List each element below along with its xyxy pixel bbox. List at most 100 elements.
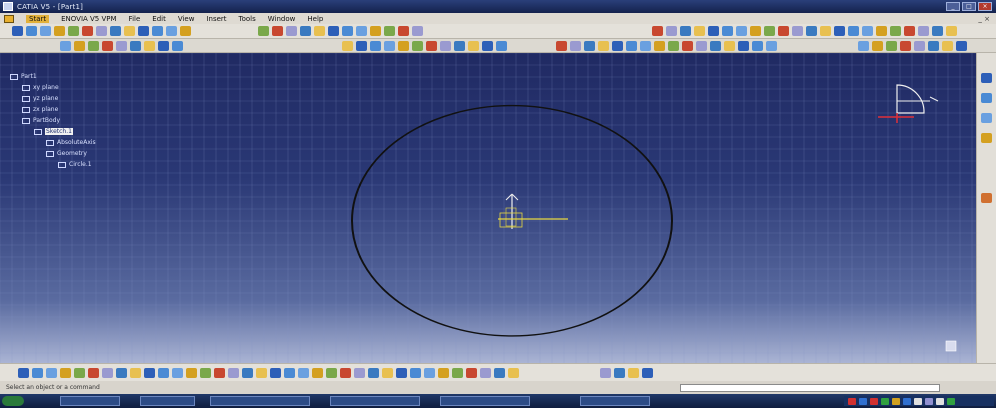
dimension-icon[interactable] — [452, 368, 463, 378]
tray-icon[interactable] — [870, 397, 878, 405]
project-icon[interactable] — [494, 368, 505, 378]
spec-tree-node[interactable]: PartBody — [22, 117, 60, 124]
zoom-out-icon[interactable] — [426, 41, 437, 51]
circle-icon[interactable] — [900, 41, 911, 51]
fit-all-icon[interactable] — [300, 26, 311, 36]
quick-trim-icon[interactable] — [354, 368, 365, 378]
construction-icon[interactable] — [424, 368, 435, 378]
snap-icon[interactable] — [410, 368, 421, 378]
spec-tree-node[interactable]: yz plane — [22, 95, 58, 102]
redo-icon[interactable] — [144, 41, 155, 51]
close-button[interactable]: × — [978, 2, 992, 11]
fly-icon[interactable] — [172, 41, 183, 51]
grid-icon[interactable] — [214, 368, 225, 378]
copy-icon[interactable] — [82, 26, 93, 36]
analysis-icon[interactable] — [186, 368, 197, 378]
tray-icon[interactable] — [848, 397, 856, 405]
spec-tree-node[interactable]: Sketch.1 — [34, 128, 73, 135]
tray-icon[interactable] — [903, 397, 911, 405]
sketcher-icon[interactable] — [932, 26, 943, 36]
circle-icon[interactable] — [682, 41, 693, 51]
arc-icon[interactable] — [886, 41, 897, 51]
swap-icon[interactable] — [848, 26, 859, 36]
arc-icon[interactable] — [890, 26, 901, 36]
grid-icon[interactable] — [32, 368, 43, 378]
document-icon[interactable] — [4, 14, 14, 23]
mirror-icon[interactable] — [614, 368, 625, 378]
render-icon[interactable] — [820, 26, 831, 36]
render-icon[interactable] — [314, 26, 325, 36]
sketcher-icon[interactable] — [928, 41, 939, 51]
project-icon[interactable] — [628, 368, 639, 378]
help-icon[interactable] — [138, 26, 149, 36]
tray-icon[interactable] — [925, 397, 933, 405]
constraint-icon[interactable] — [256, 368, 267, 378]
workbench-icon[interactable] — [942, 41, 953, 51]
help-icon[interactable] — [356, 41, 367, 51]
menu-edit[interactable]: Edit — [152, 15, 166, 23]
help-icon[interactable] — [708, 26, 719, 36]
zoom-in-icon[interactable] — [764, 26, 775, 36]
mirror-icon[interactable] — [116, 368, 127, 378]
hide-show-icon[interactable] — [834, 26, 845, 36]
view-cube-icon[interactable] — [945, 340, 957, 352]
hide-show-icon[interactable] — [328, 26, 339, 36]
paste-icon[interactable] — [666, 26, 677, 36]
maximize-button[interactable]: □ — [962, 2, 976, 11]
chamfer-icon[interactable] — [508, 368, 519, 378]
arc-icon[interactable] — [384, 26, 395, 36]
taskbar-item[interactable] — [140, 396, 195, 406]
fly-icon[interactable] — [152, 26, 163, 36]
circle-icon[interactable] — [398, 26, 409, 36]
profile-icon[interactable] — [862, 26, 873, 36]
menu-tools[interactable]: Tools — [239, 15, 256, 23]
menu-start[interactable]: Start — [26, 14, 50, 23]
normal-view-icon[interactable] — [440, 41, 451, 51]
tray-icon[interactable] — [881, 397, 889, 405]
hide-show-icon[interactable] — [482, 41, 493, 51]
swap-icon[interactable] — [496, 41, 507, 51]
snap-icon[interactable] — [228, 368, 239, 378]
fit-all-icon[interactable] — [584, 41, 595, 51]
paste-icon[interactable] — [116, 41, 127, 51]
exit-workbench-icon[interactable] — [200, 368, 211, 378]
exit-workbench-icon[interactable] — [382, 368, 393, 378]
line-icon[interactable] — [654, 41, 665, 51]
trim-icon[interactable] — [102, 368, 113, 378]
sketch-origin-axis[interactable] — [498, 193, 568, 229]
menu-help[interactable]: Help — [307, 15, 323, 23]
sketch-viewport[interactable]: Part1 xy plane yz plane zx plane PartBody Ske… — [0, 53, 976, 363]
quick-trim-icon[interactable] — [172, 368, 183, 378]
tray-icon[interactable] — [859, 397, 867, 405]
document-window-controls[interactable]: _ × — [978, 15, 990, 23]
normal-view-icon[interactable] — [570, 41, 581, 51]
cut-icon[interactable] — [981, 93, 992, 103]
profile-icon[interactable] — [356, 26, 367, 36]
pan-icon[interactable] — [166, 26, 177, 36]
zoom-out-icon[interactable] — [778, 26, 789, 36]
menu-enovia[interactable]: ENOVIA V5 VPM — [61, 15, 116, 23]
construction-icon[interactable] — [242, 368, 253, 378]
project-icon[interactable] — [312, 368, 323, 378]
pan-icon[interactable] — [736, 26, 747, 36]
mirror-icon[interactable] — [298, 368, 309, 378]
menu-insert[interactable]: Insert — [206, 15, 226, 23]
dimension-icon[interactable] — [270, 368, 281, 378]
zoom-in-icon[interactable] — [412, 41, 423, 51]
save-icon[interactable] — [956, 41, 967, 51]
undo-icon[interactable] — [110, 26, 121, 36]
pan-icon[interactable] — [384, 41, 395, 51]
spec-tree-node[interactable]: AbsoluteAxis — [46, 139, 96, 146]
normal-view-icon[interactable] — [286, 26, 297, 36]
taskbar-item[interactable] — [330, 396, 420, 406]
spec-tree-node[interactable]: zx plane — [22, 106, 58, 113]
zoom-out-icon[interactable] — [272, 26, 283, 36]
spline-icon[interactable] — [412, 26, 423, 36]
snap-icon[interactable] — [46, 368, 57, 378]
spline-icon[interactable] — [914, 41, 925, 51]
taskbar-item[interactable] — [580, 396, 650, 406]
print-icon[interactable] — [752, 41, 763, 51]
dimension-icon[interactable] — [88, 368, 99, 378]
taskbar-item[interactable] — [210, 396, 310, 406]
line-icon[interactable] — [370, 26, 381, 36]
